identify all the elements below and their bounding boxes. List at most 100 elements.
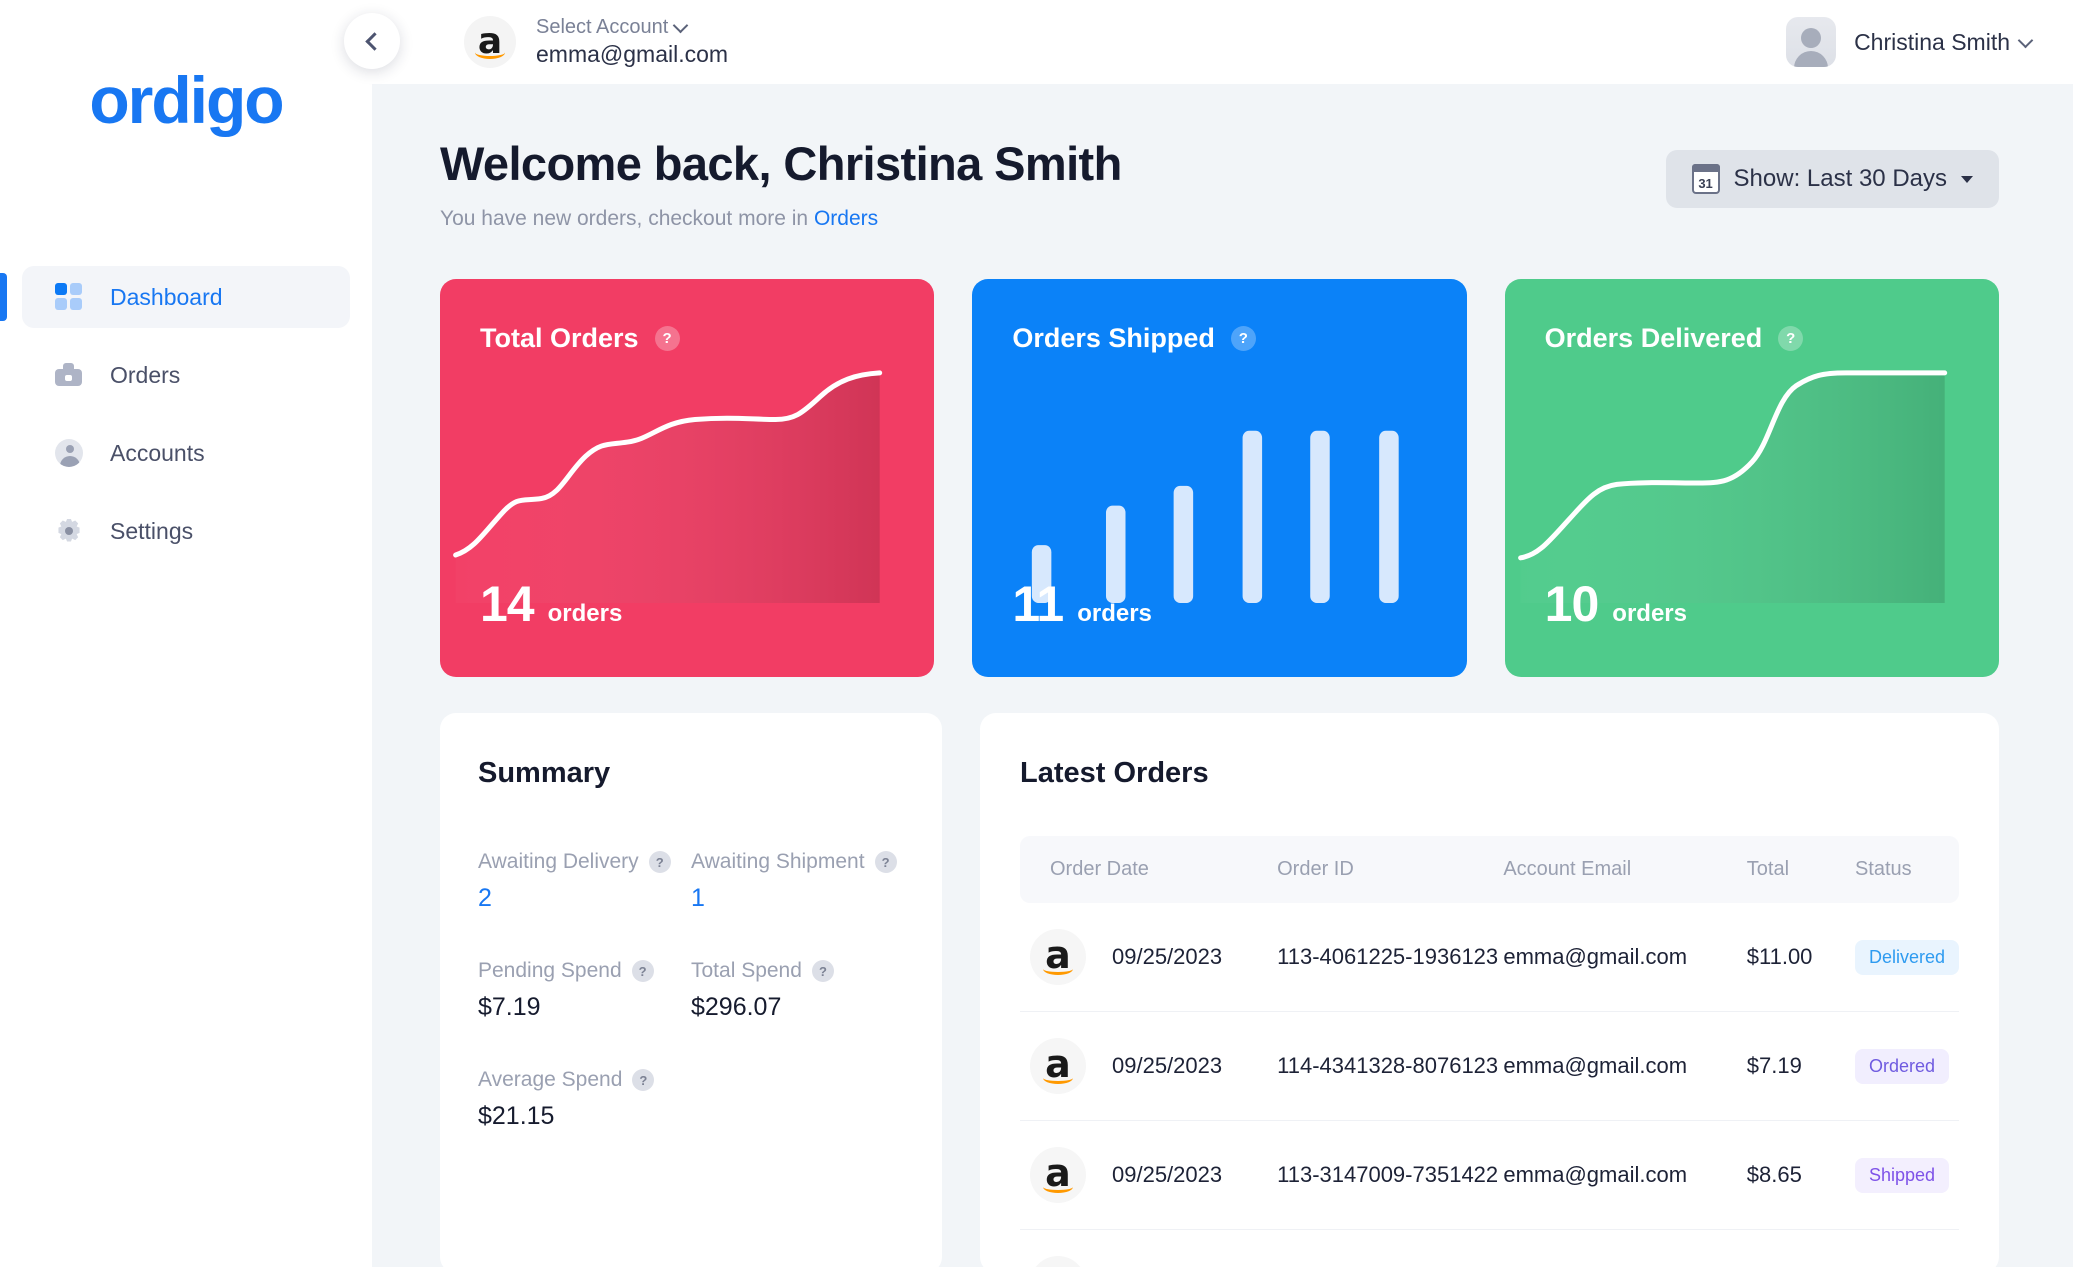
chevron-left-icon: [365, 31, 384, 51]
sidebar-item-accounts[interactable]: Accounts: [22, 422, 350, 484]
user-name-wrap: Christina Smith: [1854, 28, 2034, 56]
order-date-text: 09/25/2023: [1112, 944, 1223, 969]
stat-card-orders-shipped[interactable]: Orders Shipped ? 11 orders: [972, 279, 1467, 677]
table-row[interactable]: a 09/12/2023 113-3058082-7025033 emma@gm…: [1020, 1230, 1959, 1267]
chevron-down-icon: [2017, 32, 2034, 48]
orders-link[interactable]: Orders: [814, 207, 878, 230]
summary-metric-value[interactable]: 1: [691, 884, 904, 913]
summary-metric-label-text: Total Spend: [691, 959, 802, 982]
summary-metric-label: Awaiting Shipment ?: [691, 850, 904, 874]
cell-status: Ordered: [1854, 1012, 1959, 1121]
status-badge: Shipped: [1854, 1157, 1950, 1193]
table-row[interactable]: a 09/25/2023 114-4341328-8076123 emma@gm…: [1020, 1012, 1959, 1121]
lower-panels: Summary Awaiting Delivery ? 2 Awaiting S…: [440, 713, 1999, 1267]
stat-card-title-text: Total Orders: [480, 323, 639, 353]
column-header-order-date[interactable]: Order Date: [1020, 836, 1277, 903]
subtitle-text: You have new orders, checkout more in: [440, 207, 814, 230]
stat-card-orders-delivered[interactable]: Orders Delivered ? 10 orders: [1504, 279, 1999, 677]
summary-panel: Summary Awaiting Delivery ? 2 Awaiting S…: [440, 713, 942, 1267]
date-range-prefix: Show:: [1733, 165, 1807, 192]
sidebar-item-orders[interactable]: Orders: [22, 344, 350, 406]
amazon-logo-icon: a: [1030, 1038, 1086, 1094]
summary-metric-value[interactable]: 2: [478, 884, 691, 913]
sidebar-item-dashboard[interactable]: Dashboard: [0, 266, 350, 328]
cell-account-email: emma@gmail.com: [1503, 1230, 1746, 1267]
stat-card-title-text: Orders Delivered: [1544, 323, 1763, 353]
help-icon[interactable]: ?: [631, 960, 654, 982]
latest-orders-title: Latest Orders: [1020, 757, 1209, 789]
help-icon[interactable]: ?: [1778, 326, 1804, 351]
help-icon[interactable]: ?: [648, 851, 671, 873]
sidebar-item-label: Accounts: [110, 439, 205, 466]
summary-metric: Awaiting Delivery ? 2: [478, 850, 691, 913]
stat-card-title: Orders Delivered ?: [1545, 323, 1804, 354]
status-badge: Delivered: [1854, 939, 1959, 975]
amazon-logo-icon: a: [1030, 1147, 1086, 1203]
help-icon[interactable]: ?: [632, 1069, 655, 1091]
cell-account-email: emma@gmail.com: [1503, 1162, 1688, 1187]
sidebar-item-settings[interactable]: Settings: [22, 500, 350, 562]
stat-card-number: 10: [1544, 576, 1600, 632]
summary-metric-value: $7.19: [478, 993, 541, 1021]
stat-card-number: 14: [480, 576, 535, 632]
stat-card-total-orders[interactable]: Total Orders ? 14 orders: [440, 279, 935, 677]
sidebar-item-label: Settings: [110, 517, 194, 544]
cell-total: $7.19: [1746, 1053, 1802, 1078]
table-header-row: Order Date Order ID Account Email Total …: [1020, 836, 1959, 903]
account-selector[interactable]: a Select Account emma@gmail.com: [464, 16, 728, 68]
column-header-order-id[interactable]: Order ID: [1277, 836, 1503, 903]
cell-order-date: a 09/25/2023: [1020, 903, 1277, 1012]
table-row[interactable]: a 09/25/2023 113-3147009-7351422 emma@gm…: [1020, 1121, 1959, 1230]
column-header-account-email[interactable]: Account Email: [1503, 836, 1746, 903]
summary-metric: Average Spend ? $21.15: [478, 1068, 691, 1131]
table-header: Order Date Order ID Account Email Total …: [1020, 836, 1959, 903]
amazon-logo-icon: a: [1030, 1256, 1086, 1267]
summary-metric-value: $296.07: [691, 993, 782, 1021]
chevron-down-icon: [1961, 175, 1973, 183]
cell-total: $11.00: [1746, 944, 1813, 969]
help-icon[interactable]: ?: [1230, 326, 1256, 351]
help-icon[interactable]: ?: [654, 326, 680, 351]
summary-metric-label-text: Awaiting Shipment: [691, 850, 865, 873]
total-orders-area-chart: [440, 363, 934, 603]
sidebar-item-label: Dashboard: [110, 283, 223, 310]
summary-metric: Total Spend ? $296.07: [691, 959, 904, 1022]
order-date-text: 09/25/2023: [1112, 1162, 1223, 1187]
cell-status: Delivered: [1854, 903, 1959, 1012]
cell-status: Delivered: [1854, 1230, 1959, 1267]
stat-card-number: 11: [1012, 576, 1064, 632]
user-name: Christina Smith: [1854, 28, 2010, 55]
stat-card-unit: orders: [547, 600, 623, 627]
order-date-text: 09/25/2023: [1112, 1053, 1223, 1078]
summary-metric: Awaiting Shipment ? 1: [691, 850, 904, 913]
stat-card-title: Total Orders ?: [480, 323, 680, 354]
page-subtitle: You have new orders, checkout more in Or…: [440, 207, 1122, 231]
cell-order-date: a 09/12/2023: [1020, 1230, 1277, 1267]
table-row[interactable]: a 09/25/2023 113-4061225-1936123 emma@gm…: [1020, 903, 1959, 1012]
sidebar: ordigo Dashboard Orders Accounts Setting…: [0, 0, 372, 1267]
briefcase-icon: [54, 360, 84, 390]
column-header-status[interactable]: Status: [1855, 836, 1959, 903]
summary-metric: Pending Spend ? $7.19: [478, 959, 691, 1022]
help-icon[interactable]: ?: [811, 960, 834, 982]
cell-account-email: emma@gmail.com: [1503, 944, 1688, 969]
brand-logo[interactable]: ordigo: [0, 62, 372, 138]
column-header-total[interactable]: Total: [1747, 836, 1855, 903]
cell-order-date: a 09/25/2023: [1020, 1012, 1277, 1121]
page-header: Welcome back, Christina Smith You have n…: [440, 136, 1999, 231]
sidebar-collapse-button[interactable]: [344, 13, 400, 69]
date-range-label: Show: Last 30 Days: [1734, 165, 1947, 193]
sidebar-item-label: Orders: [110, 361, 181, 388]
stat-cards: Total Orders ? 14 orders Orders Shipped …: [440, 279, 1999, 677]
orders-delivered-area-chart: [1505, 363, 1999, 603]
help-icon[interactable]: ?: [874, 851, 897, 873]
chevron-down-icon: [673, 17, 689, 34]
stat-card-title: Orders Shipped ?: [1012, 323, 1256, 354]
latest-orders-table: Order Date Order ID Account Email Total …: [1020, 836, 1959, 1267]
date-range-selector[interactable]: 31 Show: Last 30 Days: [1665, 150, 1999, 208]
grid-icon: [54, 282, 84, 312]
cell-status: Shipped: [1854, 1121, 1959, 1230]
user-menu[interactable]: Christina Smith: [1786, 17, 2034, 67]
topbar: a Select Account emma@gmail.com Christin…: [372, 0, 2073, 84]
main-column: a Select Account emma@gmail.com Christin…: [372, 0, 2073, 1267]
